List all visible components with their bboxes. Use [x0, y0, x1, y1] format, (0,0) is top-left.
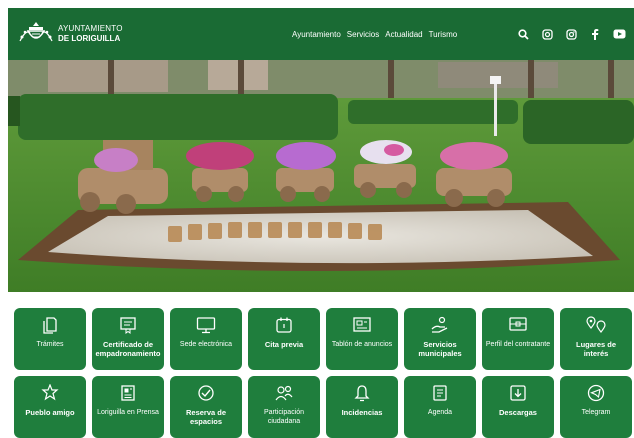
noticeboard-icon — [352, 315, 372, 335]
participation-icon — [274, 383, 294, 403]
coat-of-arms-icon — [19, 22, 53, 42]
tile-label: Sede electrónica — [179, 341, 233, 348]
monitor-icon — [196, 315, 216, 335]
tile-lugares-interes[interactable]: Lugares de interés — [560, 308, 632, 370]
tile-perfil-contratante[interactable]: Perfil del contratante — [482, 308, 554, 370]
download-icon — [508, 383, 528, 403]
facebook-icon[interactable] — [588, 27, 602, 41]
tile-label: Telegram — [581, 409, 611, 416]
header-icons — [516, 8, 634, 60]
tile-reserva-espacios[interactable]: Reserva de espacios — [170, 376, 242, 438]
tile-telegram[interactable]: Telegram — [560, 376, 632, 438]
site-header: AYUNTAMIENTO DE LORIGUILLA Ayuntamiento … — [8, 8, 634, 60]
youtube-icon[interactable] — [612, 27, 626, 41]
quick-access-grid: Trámites Certificado de empadronamiento … — [8, 300, 634, 438]
tile-label: Incidencias — [341, 408, 383, 417]
tile-label: Participación ciudadana — [263, 409, 305, 425]
tile-incidencias[interactable]: Incidencias — [326, 376, 398, 438]
tile-label: Cita previa — [264, 340, 304, 349]
tile-pueblo-amigo[interactable]: Pueblo amigo — [14, 376, 86, 438]
tile-cita-previa[interactable]: Cita previa — [248, 308, 320, 370]
hero-photo — [8, 60, 634, 292]
tile-sede-electronica[interactable]: Sede electrónica — [170, 308, 242, 370]
document-icon — [40, 315, 60, 335]
tile-participacion-ciudadana[interactable]: Participación ciudadana — [248, 376, 320, 438]
instagram-alt-icon[interactable] — [564, 27, 578, 41]
tile-label: Servicios municipales — [418, 340, 462, 358]
tile-loriguilla-prensa[interactable]: Loriguilla en Prensa — [92, 376, 164, 438]
tile-label: Certificado de empadronamiento — [95, 340, 161, 358]
services-icon — [430, 315, 450, 335]
hero-image — [8, 60, 634, 292]
telegram-icon — [586, 383, 606, 403]
search-icon[interactable] — [516, 27, 530, 41]
tile-descargas[interactable]: Descargas — [482, 376, 554, 438]
logo-line1: AYUNTAMIENTO — [58, 24, 123, 33]
alert-icon — [352, 383, 372, 403]
tile-label: Descargas — [499, 408, 537, 417]
main-nav: Ayuntamiento Servicios Actualidad Turism… — [292, 8, 463, 60]
reserve-icon — [196, 383, 216, 403]
tile-servicios-municipales[interactable]: Servicios municipales — [404, 308, 476, 370]
page: AYUNTAMIENTO DE LORIGUILLA Ayuntamiento … — [0, 0, 634, 438]
instagram-icon[interactable] — [540, 27, 554, 41]
tile-certificado-empadronamiento[interactable]: Certificado de empadronamiento — [92, 308, 164, 370]
contract-icon — [508, 315, 528, 335]
newspaper-icon — [118, 383, 138, 403]
tile-label: Loriguilla en Prensa — [97, 409, 159, 416]
nav-actualidad[interactable]: Actualidad — [385, 30, 422, 39]
tile-label: Lugares de interés — [575, 340, 616, 358]
tile-label: Pueblo amigo — [25, 408, 75, 417]
site-logo[interactable]: AYUNTAMIENTO DE LORIGUILLA — [18, 19, 123, 49]
tile-label: Reserva de espacios — [185, 408, 227, 426]
tile-tablon-anuncios[interactable]: Tablón de anuncios — [326, 308, 398, 370]
tile-agenda[interactable]: Agenda — [404, 376, 476, 438]
logo-line2: DE LORIGUILLA — [58, 34, 121, 43]
tile-label: Perfil del contratante — [485, 341, 551, 348]
nav-ayuntamiento[interactable]: Ayuntamiento — [292, 30, 341, 39]
map-pin-icon — [586, 315, 606, 335]
nav-turismo[interactable]: Turismo — [429, 30, 458, 39]
tile-label: Agenda — [427, 409, 453, 416]
certificate-icon — [118, 315, 138, 335]
star-person-icon — [40, 383, 60, 403]
logo-text: AYUNTAMIENTO DE LORIGUILLA — [58, 24, 123, 44]
nav-servicios[interactable]: Servicios — [347, 30, 379, 39]
calendar-icon — [274, 315, 294, 335]
tile-label: Tablón de anuncios — [331, 341, 393, 348]
tile-tramites[interactable]: Trámites — [14, 308, 86, 370]
tile-label: Trámites — [36, 341, 64, 348]
agenda-icon — [430, 383, 450, 403]
